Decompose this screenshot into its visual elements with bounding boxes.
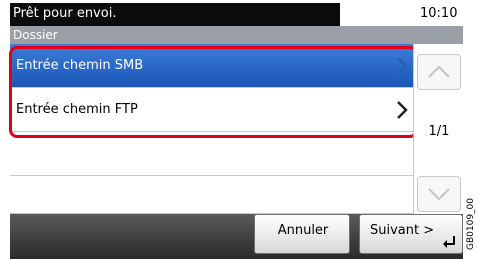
clock: 10:10 [420, 6, 458, 21]
status-message: Prêt pour envoi. [10, 3, 340, 26]
list-item-ftp-path[interactable]: Entrée chemin FTP [10, 88, 413, 132]
folder-options-list: Entrée chemin SMB Entrée chemin FTP [10, 44, 413, 224]
scroll-panel: 1/1 [413, 44, 463, 224]
bottom-action-bar: Annuler Suivant > [10, 214, 463, 259]
scroll-down-button[interactable] [417, 176, 461, 212]
cancel-button-label: Annuler [277, 223, 329, 238]
list-item-empty [10, 176, 413, 214]
scroll-up-button[interactable] [417, 54, 461, 90]
list-item-label: Entrée chemin SMB [16, 58, 144, 73]
cancel-button[interactable]: Annuler [254, 214, 350, 254]
figure-code: GB0109_00 [466, 197, 476, 250]
status-area: Prêt pour envoi. 10:10 [0, 0, 463, 26]
chevron-up-icon [428, 65, 450, 78]
list-item-empty [10, 132, 413, 176]
next-button[interactable]: Suivant > [359, 214, 463, 254]
next-button-label: Suivant > [370, 223, 435, 238]
chevron-right-icon [397, 57, 408, 75]
page-indicator: 1/1 [428, 124, 450, 139]
list-item-smb-path[interactable]: Entrée chemin SMB [10, 44, 413, 88]
enter-icon [443, 236, 455, 248]
screen-title: Dossier [10, 26, 463, 44]
list-item-label: Entrée chemin FTP [16, 102, 138, 117]
chevron-right-icon [397, 101, 408, 119]
chevron-down-icon [428, 188, 450, 201]
